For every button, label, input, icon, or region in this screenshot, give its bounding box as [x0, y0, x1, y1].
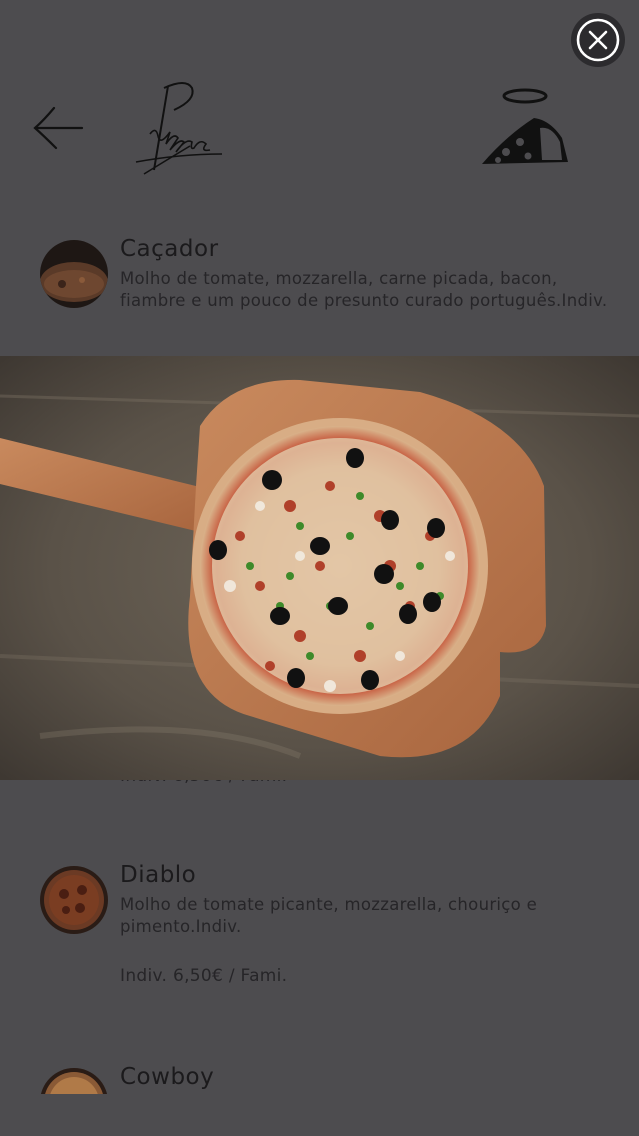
- arrow-left-icon: [33, 106, 84, 150]
- item-name: Cowboy: [120, 1064, 215, 1090]
- close-circle-icon: [576, 18, 620, 62]
- item-name: Caçador: [120, 236, 219, 262]
- pizza-thumbnail: [40, 866, 108, 934]
- item-name: Diablo: [120, 862, 197, 888]
- pizza-menu-screen: Caçador Molho de tomate, mozzarella, car…: [0, 0, 639, 1136]
- item-price: Indiv. 6,50€ / Fami.: [120, 966, 288, 986]
- item-description: Molho de tomate, mozzarella, carne picad…: [120, 269, 608, 310]
- pizzas-script-logo: [135, 82, 223, 175]
- pizza-slice-halo-icon: [482, 88, 568, 164]
- back-button[interactable]: [30, 100, 90, 156]
- close-button[interactable]: [571, 13, 625, 67]
- pizza-slice-button[interactable]: [476, 84, 576, 174]
- item-description: Molho de tomate picante, mozzarella, cho…: [120, 895, 538, 936]
- pizza-photo-popup[interactable]: [0, 356, 639, 780]
- pizza-thumbnail: [40, 1068, 108, 1094]
- list-item[interactable]: Caçador Molho de tomate, mozzarella, car…: [0, 236, 639, 346]
- pizza-thumbnail: [40, 240, 108, 308]
- pizza-photo: [0, 356, 639, 780]
- list-item[interactable]: Cowboy: [0, 1064, 639, 1094]
- pizzas-logo: [130, 76, 230, 182]
- list-item[interactable]: Diablo Molho de tomate picante, mozzarel…: [0, 862, 639, 1002]
